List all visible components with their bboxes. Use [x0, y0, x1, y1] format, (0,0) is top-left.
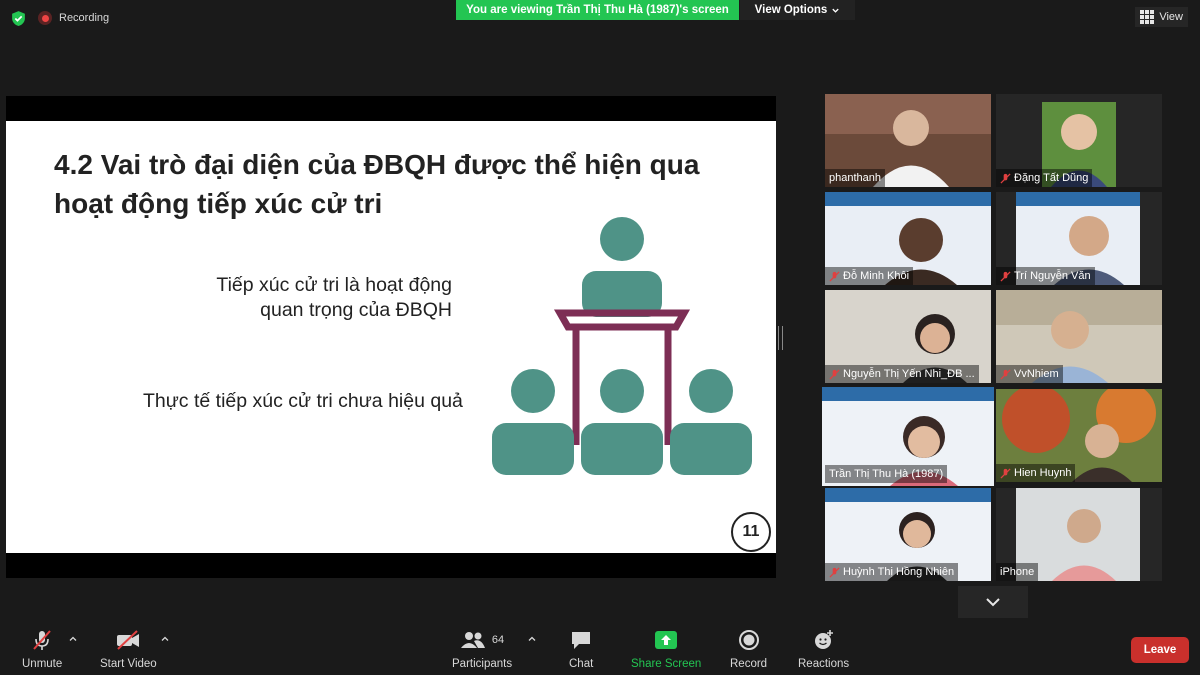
start-video-button[interactable]: Start Video: [100, 628, 157, 670]
muted-mic-icon: [829, 270, 840, 282]
participant-name-tag: Trần Thị Thu Hà (1987): [825, 465, 948, 483]
video-tile[interactable]: VvNhiem: [996, 290, 1162, 383]
participant-name: VvNhiem: [1014, 368, 1059, 380]
video-off-icon: [115, 628, 141, 652]
participant-name-tag: VvNhiem: [996, 365, 1063, 383]
slide-title: 4.2 Vai trò đại diện của ĐBQH được thể h…: [54, 149, 700, 219]
video-tile[interactable]: Đặng Tất Dũng: [996, 94, 1162, 187]
participant-name-tag: Đặng Tất Dũng: [996, 169, 1093, 187]
participant-name-tag: Đỗ Minh Khôi: [825, 267, 914, 285]
chat-button[interactable]: Chat: [569, 628, 593, 670]
video-tile[interactable]: iPhone: [996, 488, 1162, 581]
participant-name-tag: Nguyễn Thị Yến Nhi_ĐB ...: [825, 365, 979, 383]
muted-mic-icon: [1000, 467, 1011, 479]
participant-name: Huỳnh Thị Hồng Nhiên: [843, 566, 955, 578]
panel-splitter-handle[interactable]: [778, 326, 783, 350]
video-tile-active-speaker[interactable]: Trần Thị Thu Hà (1987): [822, 387, 994, 486]
record-icon: [738, 628, 760, 652]
gallery-scroll-down-button[interactable]: [958, 586, 1028, 618]
presentation-slide: 4.2 Vai trò đại diện của ĐBQH được thể h…: [6, 121, 776, 553]
slide-page-number: 11: [731, 512, 771, 552]
video-tile[interactable]: Hien Huynh: [996, 389, 1162, 482]
reactions-label: Reactions: [798, 658, 850, 670]
muted-microphone-icon: [30, 628, 54, 652]
recording-label: Recording: [59, 12, 110, 24]
slide-bullet-2: Thực tế tiếp xúc cử tri chưa hiệu quả: [143, 390, 463, 412]
audio-options-caret-icon[interactable]: [68, 634, 78, 644]
muted-mic-icon: [1000, 368, 1011, 380]
participant-name: Đỗ Minh Khôi: [843, 270, 910, 282]
record-button[interactable]: Record: [730, 628, 767, 670]
participants-options-caret-icon[interactable]: [527, 634, 537, 644]
participants-label: Participants: [452, 658, 513, 670]
chevron-down-icon: [832, 8, 839, 13]
start-video-label: Start Video: [100, 658, 157, 670]
participant-name: Đặng Tất Dũng: [1014, 172, 1089, 184]
muted-mic-icon: [829, 368, 840, 380]
slide-bullet-1-line-1: Tiếp xúc cử tri là hoạt động: [216, 274, 452, 296]
record-label: Record: [730, 658, 768, 670]
view-label: View: [1159, 11, 1183, 23]
video-tile[interactable]: Nguyễn Thị Yến Nhi_ĐB ...: [825, 290, 991, 383]
unmute-label: Unmute: [22, 658, 63, 670]
participants-button[interactable]: 64 Participants: [452, 628, 512, 670]
grid-view-icon: [1140, 10, 1155, 24]
reactions-emoji-icon: [813, 628, 835, 652]
chat-bubble-icon: [570, 628, 592, 652]
participant-name: phanthanh: [829, 172, 881, 184]
view-options-button[interactable]: View Options: [740, 0, 855, 20]
slide-bullet-1-line-2: quan trọng của ĐBQH: [260, 299, 452, 321]
video-options-caret-icon[interactable]: [160, 634, 170, 644]
share-screen-icon: [654, 628, 678, 652]
muted-mic-icon: [829, 566, 840, 578]
chat-label: Chat: [569, 658, 594, 670]
video-tile[interactable]: phanthanh: [825, 94, 991, 187]
participants-count: 64: [491, 634, 505, 646]
speaker-audience-illustration: [492, 217, 752, 475]
muted-mic-icon: [1000, 270, 1011, 282]
share-screen-label: Share Screen: [631, 658, 702, 670]
participant-name: Hien Huynh: [1014, 467, 1072, 479]
participant-name-tag: iPhone: [996, 563, 1039, 581]
reactions-button[interactable]: Reactions: [798, 628, 849, 670]
security-shield-icon[interactable]: [10, 10, 27, 27]
meeting-toolbar: Unmute Start Video 64 Participants Chat …: [0, 620, 1200, 675]
participants-icon-group: 64: [460, 628, 504, 652]
participant-name-tag: Hien Huynh: [996, 464, 1076, 482]
video-tile[interactable]: Huỳnh Thị Hồng Nhiên: [825, 488, 991, 581]
chevron-down-icon: [986, 598, 1000, 607]
leave-button[interactable]: Leave: [1131, 637, 1189, 663]
participant-name-tag: phanthanh: [825, 169, 885, 187]
participant-name: Nguyễn Thị Yến Nhi_ĐB ...: [843, 368, 975, 380]
recording-indicator[interactable]: Recording: [38, 8, 109, 28]
share-screen-button[interactable]: Share Screen: [631, 628, 701, 670]
slide-bullet-1: Tiếp xúc cử tri là hoạt động quan trọng …: [216, 273, 452, 323]
participant-name: Trần Thị Thu Hà (1987): [829, 468, 944, 480]
participant-name: iPhone: [1000, 566, 1035, 578]
shared-screen[interactable]: 4.2 Vai trò đại diện của ĐBQH được thể h…: [6, 96, 776, 578]
participants-icon: [460, 632, 485, 648]
participant-name-tag: Huỳnh Thị Hồng Nhiên: [825, 563, 959, 581]
participant-name: Trí Nguyễn Văn: [1014, 270, 1091, 282]
video-tile[interactable]: Đỗ Minh Khôi: [825, 192, 991, 285]
view-button[interactable]: View: [1135, 7, 1188, 27]
recording-icon: [38, 11, 52, 25]
view-options-label: View Options: [754, 4, 828, 16]
participant-name-tag: Trí Nguyễn Văn: [996, 267, 1095, 285]
video-tile[interactable]: Trí Nguyễn Văn: [996, 192, 1162, 285]
unmute-button[interactable]: Unmute: [22, 628, 62, 670]
viewing-banner: You are viewing Trần Thị Thu Hà (1987)'s…: [456, 0, 739, 20]
muted-mic-icon: [1000, 172, 1011, 184]
